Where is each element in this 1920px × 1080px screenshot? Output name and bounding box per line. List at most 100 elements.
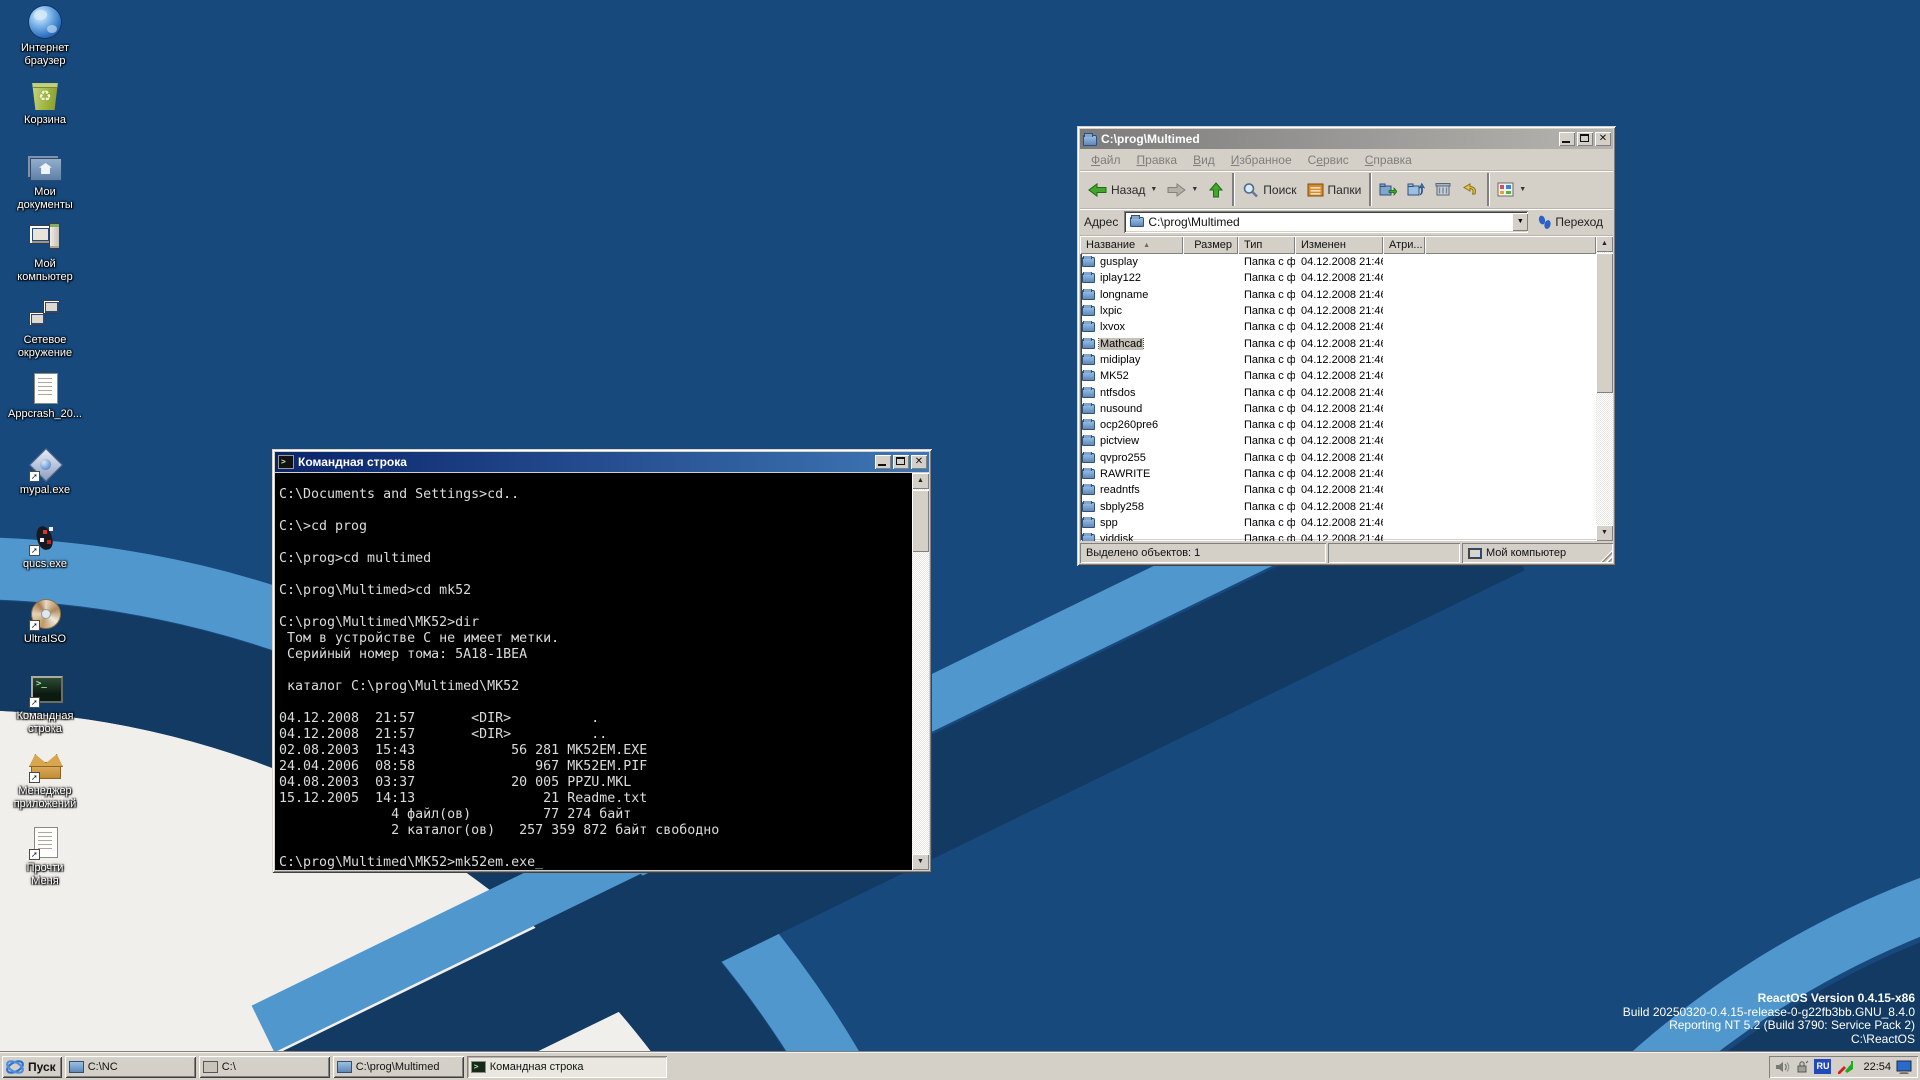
menu-item[interactable]: Правка — [1130, 151, 1185, 169]
copy-to-button[interactable] — [1402, 179, 1430, 200]
scroll-down-button[interactable]: ▼ — [912, 854, 929, 870]
taskbar-button[interactable]: C:\prog\Multimed — [333, 1056, 464, 1078]
close-button[interactable]: ✕ — [911, 455, 927, 469]
start-button[interactable]: Пуск — [2, 1056, 62, 1078]
console-window-icon — [278, 455, 294, 469]
folder-icon — [1082, 290, 1095, 300]
desktop-icon[interactable]: qucs.exe — [2, 522, 88, 571]
desktop-icon[interactable]: Сетевое окружение — [2, 298, 88, 360]
desktop-icon[interactable]: Мой компьютер — [2, 222, 88, 284]
taskbar-button[interactable]: Командная строка — [467, 1056, 667, 1078]
file-row[interactable]: pictview Папка с ф... 04.12.2008 21:46 — [1080, 433, 1596, 449]
desktop-icon[interactable]: Прочти Меня — [2, 826, 88, 888]
scrollbar-thumb[interactable] — [912, 490, 929, 552]
taskbar-button[interactable]: C:\ — [199, 1056, 330, 1078]
folders-button[interactable]: Папки — [1302, 179, 1367, 200]
forward-button[interactable]: ▼ — [1162, 179, 1203, 201]
reporting-line: Reporting NT 5.2 (Build 3790: Service Pa… — [1623, 1019, 1915, 1033]
scrollbar-thumb[interactable] — [1596, 253, 1613, 393]
delete-button[interactable] — [1430, 179, 1456, 200]
move-to-button[interactable] — [1374, 179, 1402, 200]
desktop-icon[interactable]: Менеджер приложений — [2, 749, 88, 811]
scroll-down-button[interactable]: ▼ — [1596, 525, 1613, 541]
views-button[interactable]: ▼ — [1492, 179, 1531, 200]
minimize-button[interactable] — [875, 455, 891, 469]
network-activity-icon[interactable] — [1836, 1060, 1854, 1074]
menu-item[interactable]: Избранное — [1224, 151, 1299, 169]
desktop-icon[interactable]: mypal.exe — [2, 448, 88, 497]
shortcut-arrow-icon — [29, 697, 40, 708]
maximize-button[interactable] — [1577, 132, 1593, 146]
file-row[interactable]: RAWRITE Папка с ф... 04.12.2008 21:46 — [1080, 466, 1596, 482]
my-computer-icon — [1468, 548, 1482, 559]
file-row[interactable]: viddisk Папка с ф... 04.12.2008 21:46 — [1080, 531, 1596, 541]
file-row[interactable]: ntfsdos Папка с ф... 04.12.2008 21:46 — [1080, 384, 1596, 400]
file-row[interactable]: qvpro255 Папка с ф... 04.12.2008 21:46 — [1080, 450, 1596, 466]
file-row[interactable]: midiplay Папка с ф... 04.12.2008 21:46 — [1080, 352, 1596, 368]
tray-clock[interactable]: 22:54 — [1863, 1061, 1891, 1073]
keyboard-layout-indicator[interactable]: RU — [1814, 1059, 1831, 1074]
undo-button[interactable] — [1456, 179, 1484, 200]
menu-item[interactable]: Вид — [1186, 151, 1222, 169]
up-button[interactable] — [1203, 179, 1229, 201]
file-row[interactable]: Mathcad Папка с ф... 04.12.2008 21:46 — [1080, 335, 1596, 351]
desktop-icon-label: Мои документы — [2, 186, 88, 212]
menu-bar: Файл Правка Вид Избранное Сервис Справка — [1080, 149, 1613, 171]
file-row[interactable]: ocp260pre6 Папка с ф... 04.12.2008 21:46 — [1080, 417, 1596, 433]
file-row[interactable]: longname Папка с ф... 04.12.2008 21:46 — [1080, 287, 1596, 303]
forward-arrow-icon — [1167, 182, 1186, 198]
scroll-up-button[interactable]: ▲ — [1596, 236, 1613, 252]
address-input[interactable]: C:\prog\Multimed ▼ — [1124, 211, 1528, 233]
file-row[interactable]: lxpic Папка с ф... 04.12.2008 21:46 — [1080, 303, 1596, 319]
desktop-icon[interactable]: Мои документы — [2, 150, 88, 212]
menu-item[interactable]: Сервис — [1301, 151, 1356, 169]
file-row[interactable]: readntfs Папка с ф... 04.12.2008 21:46 — [1080, 482, 1596, 498]
device-icon[interactable] — [1795, 1060, 1809, 1074]
console-window-title: Командная строка — [298, 455, 407, 469]
console-scrollbar[interactable]: ▲ ▼ — [912, 473, 929, 870]
desktop-icon[interactable]: UltraISO — [2, 597, 88, 646]
resize-grip[interactable] — [1600, 550, 1612, 562]
file-row[interactable]: sbply258 Папка с ф... 04.12.2008 21:46 — [1080, 498, 1596, 514]
shortcut-arrow-icon — [29, 471, 40, 482]
go-button[interactable]: Переход — [1528, 215, 1609, 230]
address-dropdown-button[interactable]: ▼ — [1512, 213, 1528, 231]
scroll-up-button[interactable]: ▲ — [912, 473, 929, 489]
menu-item[interactable]: Файл — [1084, 151, 1128, 169]
up-arrow-icon — [1208, 182, 1224, 198]
file-row[interactable]: gusplay Папка с ф... 04.12.2008 21:46 — [1080, 254, 1596, 270]
file-row[interactable]: nusound Папка с ф... 04.12.2008 21:46 — [1080, 401, 1596, 417]
desktop-icon[interactable]: Appcrash_20... — [2, 372, 88, 421]
column-header[interactable]: Название▲ — [1080, 236, 1183, 254]
file-row[interactable]: iplay122 Папка с ф... 04.12.2008 21:46 — [1080, 270, 1596, 286]
file-list-scrollbar[interactable]: ▲ ▼ — [1596, 236, 1613, 541]
search-button[interactable]: Поиск — [1237, 179, 1301, 201]
desktop-icon[interactable]: Корзина — [2, 78, 88, 127]
minimize-button[interactable] — [1559, 132, 1575, 146]
column-header[interactable]: Атри...▲ — [1383, 236, 1425, 254]
taskbar-button[interactable]: C:\NC — [65, 1056, 196, 1078]
menu-item[interactable]: Справка — [1358, 151, 1419, 169]
file-row[interactable]: MK52 Папка с ф... 04.12.2008 21:46 — [1080, 368, 1596, 384]
close-button[interactable]: ✕ — [1595, 132, 1611, 146]
taskbar-button-icon — [203, 1061, 218, 1073]
explorer-titlebar[interactable]: C:\prog\Multimed ✕ — [1080, 129, 1613, 149]
show-desktop-icon[interactable] — [1896, 1060, 1912, 1074]
console-titlebar[interactable]: Командная строка ✕ — [275, 452, 929, 472]
file-row[interactable]: spp Папка с ф... 04.12.2008 21:46 — [1080, 515, 1596, 531]
desktop-icon-label: UltraISO — [2, 633, 88, 646]
desktop-icon-label: Appcrash_20... — [2, 408, 88, 421]
column-header[interactable]: Размер▲ — [1183, 236, 1238, 254]
column-header[interactable]: Изменен▲ — [1295, 236, 1383, 254]
desktop-icon[interactable]: Командная строка — [2, 674, 88, 736]
folder-icon — [1082, 306, 1095, 316]
file-row[interactable]: lxvox Папка с ф... 04.12.2008 21:46 — [1080, 319, 1596, 335]
volume-icon[interactable] — [1775, 1060, 1790, 1074]
folder-icon — [1082, 502, 1095, 512]
desktop-icon-image — [29, 150, 61, 182]
desktop-icon[interactable]: Интернет браузер — [2, 6, 88, 68]
maximize-button[interactable] — [893, 455, 909, 469]
column-header[interactable]: Тип▲ — [1238, 236, 1295, 254]
back-button[interactable]: Назад▼ — [1083, 179, 1162, 201]
desktop-icon-label: Сетевое окружение — [2, 334, 88, 360]
